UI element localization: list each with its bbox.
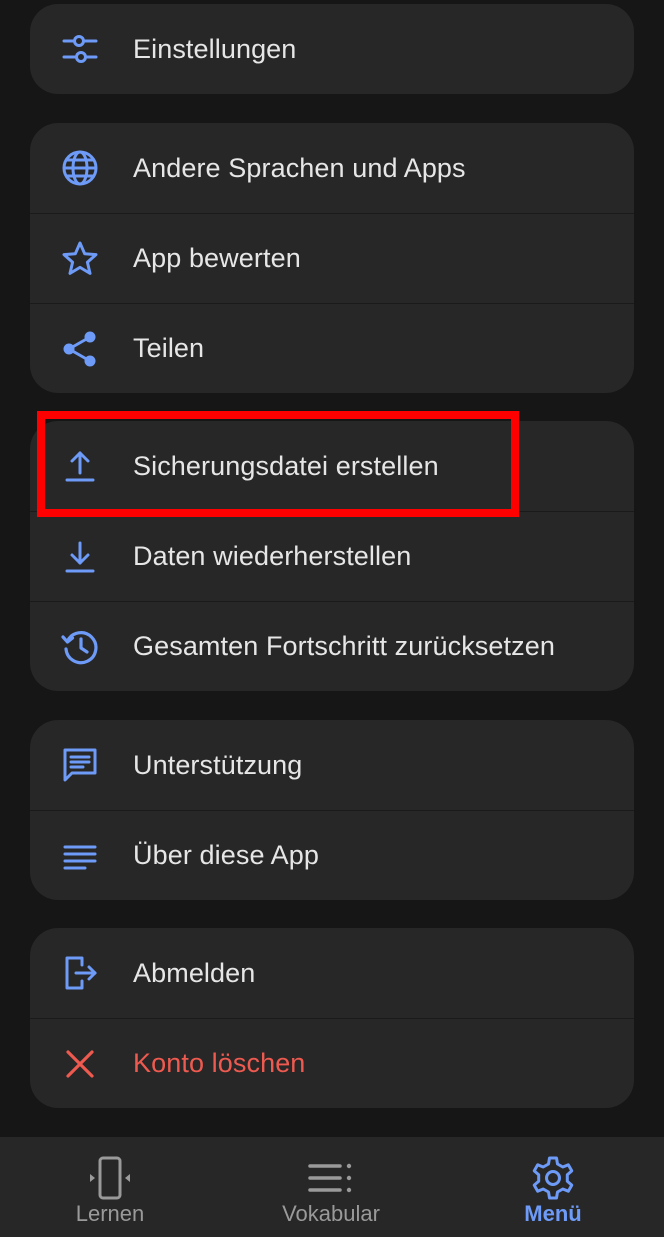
- menu-group-account: Abmelden Konto löschen: [30, 928, 634, 1108]
- star-icon: [60, 239, 100, 279]
- share-icon: [60, 329, 100, 369]
- menu-item-teilen[interactable]: Teilen: [30, 303, 634, 393]
- nav-tab-label: Vokabular: [282, 1201, 380, 1226]
- nav-tab-label: Lernen: [75, 1201, 145, 1226]
- menu-item-sicherungsdatei[interactable]: Sicherungsdatei erstellen: [30, 421, 634, 511]
- menu-item-label: App bewerten: [133, 243, 301, 273]
- menu-item-label: Einstellungen: [133, 33, 297, 64]
- menu-group-support: Unterstützung Über diese App: [30, 720, 634, 900]
- sliders-icon: [60, 29, 100, 69]
- menu-item-label: Daten wiederherstellen: [133, 541, 412, 571]
- notes-icon: [60, 836, 100, 876]
- menu-group-data: Sicherungsdatei erstellen Daten wiederhe…: [30, 421, 634, 691]
- upload-icon: [60, 446, 100, 486]
- logout-icon: [60, 953, 100, 993]
- nav-tab-menue[interactable]: Menü: [463, 1137, 643, 1237]
- history-icon: [60, 627, 100, 667]
- nav-tab-label: Menü: [524, 1201, 582, 1226]
- menu-item-app-bewerten[interactable]: App bewerten: [30, 213, 634, 303]
- menu-item-ueber-diese-app[interactable]: Über diese App: [30, 810, 634, 900]
- menu-item-daten-wiederherstellen[interactable]: Daten wiederherstellen: [30, 511, 634, 601]
- menu-item-label: Teilen: [133, 333, 205, 363]
- list-icon: [306, 1155, 356, 1201]
- globe-icon: [60, 148, 100, 188]
- menu-item-label: Über diese App: [133, 840, 320, 870]
- close-icon: [60, 1044, 100, 1084]
- menu-item-label: Andere Sprachen und Apps: [133, 152, 466, 183]
- download-icon: [60, 537, 100, 577]
- nav-tab-lernen[interactable]: Lernen: [20, 1137, 200, 1237]
- menu-item-einstellungen[interactable]: Einstellungen: [30, 4, 634, 94]
- menu-item-andere-sprachen[interactable]: Andere Sprachen und Apps: [30, 123, 634, 213]
- menu-item-label: Unterstützung: [133, 749, 303, 780]
- menu-group-settings: Einstellungen: [30, 4, 634, 94]
- menu-item-label: Gesamten Fortschritt zurücksetzen: [133, 631, 555, 661]
- phone-swipe-icon: [85, 1155, 135, 1201]
- nav-tab-vokabular[interactable]: Vokabular: [241, 1137, 421, 1237]
- menu-item-konto-loeschen[interactable]: Konto löschen: [30, 1018, 634, 1108]
- menu-item-label: Konto löschen: [133, 1048, 306, 1078]
- menu-item-unterstuetzung[interactable]: Unterstützung: [30, 720, 634, 810]
- menu-item-fortschritt-zuruecksetzen[interactable]: Gesamten Fortschritt zurücksetzen: [30, 601, 634, 691]
- bottom-navigation: Lernen Vokabular Menü: [0, 1137, 664, 1237]
- gear-icon: [528, 1155, 578, 1201]
- menu-item-label: Abmelden: [133, 957, 256, 988]
- feedback-icon: [60, 745, 100, 785]
- menu-item-abmelden[interactable]: Abmelden: [30, 928, 634, 1018]
- menu-item-label: Sicherungsdatei erstellen: [133, 450, 439, 481]
- menu-group-community: Andere Sprachen und Apps App bewerten Te…: [30, 123, 634, 393]
- menu-screen: Einstellungen Andere Sprachen und Apps A…: [0, 0, 664, 1237]
